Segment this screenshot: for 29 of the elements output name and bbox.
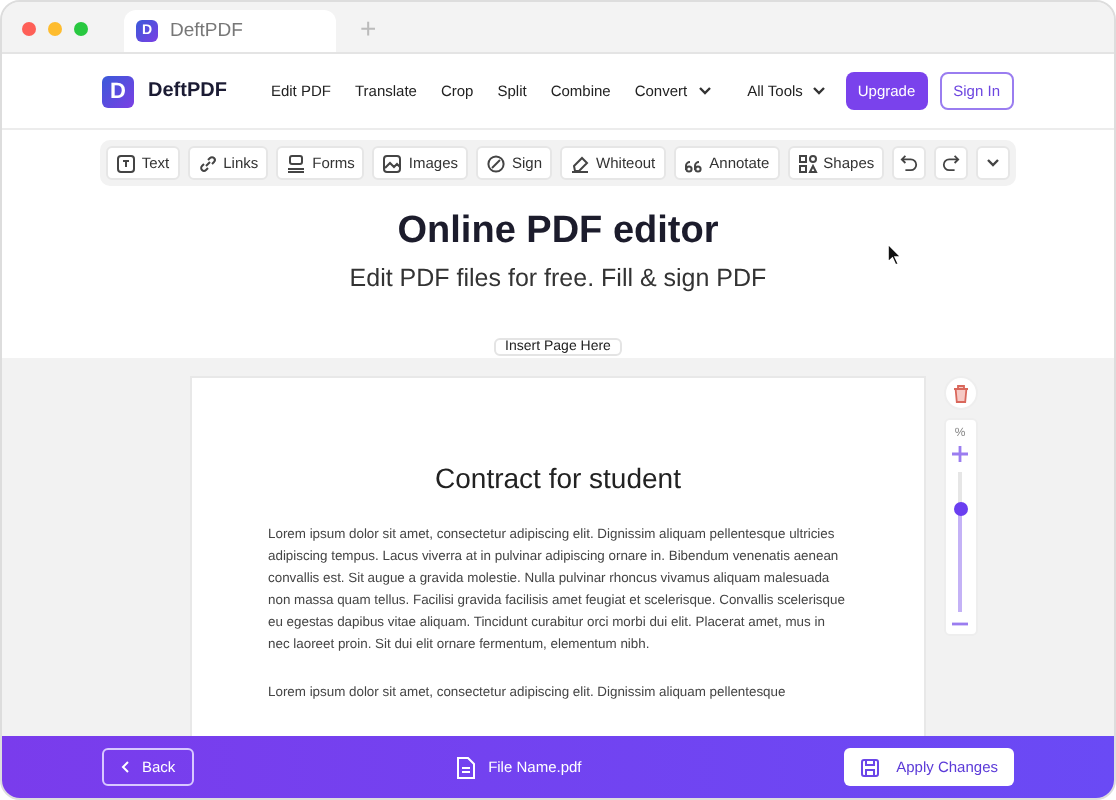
document-title: Contract for student: [433, 462, 683, 494]
undo-button[interactable]: [892, 146, 927, 180]
maximize-window-icon[interactable]: [74, 22, 88, 36]
zoom-slider-thumb[interactable]: [953, 501, 967, 515]
page-subtitle: Edit PDF files for free. Fill & sign PDF: [349, 264, 767, 292]
more-button[interactable]: [976, 146, 1011, 180]
eraser-icon: [570, 153, 591, 173]
chevron-down-icon: [986, 158, 1001, 168]
logo-icon: D: [102, 75, 134, 107]
zoom-in-icon[interactable]: [952, 446, 968, 462]
document-icon: [456, 755, 477, 779]
close-window-icon[interactable]: [22, 22, 36, 36]
image-icon: [382, 153, 403, 173]
link-icon: [197, 153, 218, 173]
text-icon: [115, 153, 136, 173]
redo-icon: [942, 154, 961, 172]
caret-icon: [697, 86, 712, 96]
form-icon: [286, 153, 307, 173]
redo-button[interactable]: [934, 146, 969, 180]
page-title: Online PDF editor: [397, 210, 719, 254]
mouse-cursor-icon: [886, 242, 902, 266]
shapes-icon: [797, 153, 818, 173]
brand-name[interactable]: DeftPDF: [148, 80, 227, 102]
save-icon: [860, 757, 881, 777]
undo-icon: [900, 154, 919, 172]
trash-icon: [951, 383, 969, 403]
caret-icon: [812, 86, 827, 96]
chevron-left-icon: [120, 760, 130, 774]
delete-page-button[interactable]: [943, 376, 977, 410]
